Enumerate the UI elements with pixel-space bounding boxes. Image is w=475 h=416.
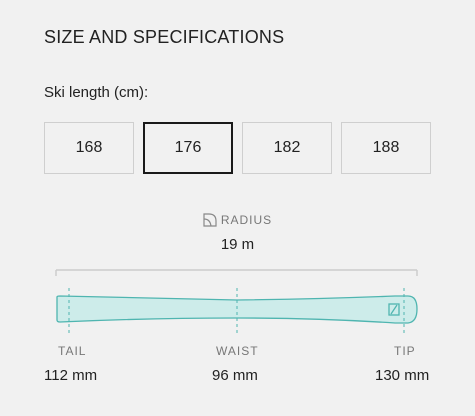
size-selector: 168 176 182 188 bbox=[44, 122, 431, 174]
size-option-182[interactable]: 182 bbox=[242, 122, 332, 174]
tail-label: TAIL bbox=[58, 344, 87, 358]
tail-value: 112 mm bbox=[44, 367, 98, 384]
size-option-168[interactable]: 168 bbox=[44, 122, 134, 174]
radius-header: RADIUS bbox=[0, 213, 475, 227]
radius-value: 19 m bbox=[220, 236, 255, 253]
size-option-188[interactable]: 188 bbox=[341, 122, 431, 174]
size-option-176[interactable]: 176 bbox=[143, 122, 233, 174]
ski-length-label: Ski length (cm): bbox=[44, 84, 149, 101]
ski-diagram bbox=[55, 269, 418, 334]
radius-icon bbox=[203, 213, 217, 227]
size-specs-panel: SIZE AND SPECIFICATIONS Ski length (cm):… bbox=[0, 0, 475, 416]
tip-value: 130 mm bbox=[375, 367, 430, 384]
waist-value: 96 mm bbox=[212, 367, 258, 384]
radius-label: RADIUS bbox=[220, 213, 273, 227]
tip-label: TIP bbox=[394, 344, 416, 358]
waist-label: WAIST bbox=[216, 344, 259, 358]
section-title: SIZE AND SPECIFICATIONS bbox=[44, 27, 285, 47]
